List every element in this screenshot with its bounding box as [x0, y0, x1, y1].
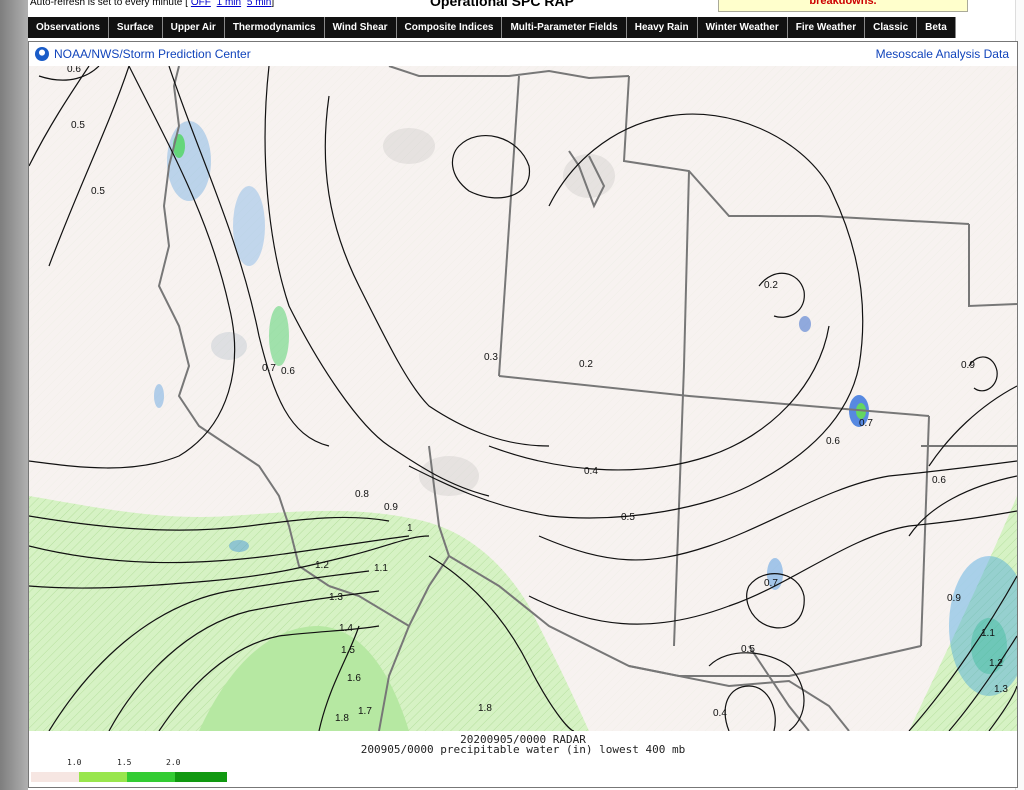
contour-label: 1.6	[347, 673, 361, 684]
legend-tick: 2.0	[166, 758, 181, 767]
main-nav: Observations Surface Upper Air Thermodyn…	[28, 17, 956, 38]
legend-swatch	[31, 772, 79, 782]
legend-swatch	[127, 772, 175, 782]
contour-label: 0.9	[947, 593, 961, 604]
map-header: NOAA/NWS/Storm Prediction Center Mesosca…	[29, 42, 1017, 66]
contour-label: 1.8	[478, 703, 492, 714]
page-title: Operational SPC RAP	[430, 0, 574, 9]
precipitable-water-map: 0.6 0.5 0.5 0.7 0.6 0.3 0.2 0.2 0.9 0.6 0.7 0.4 0.5 0…	[29, 66, 1017, 731]
map-dataset-title: Mesoscale Analysis Data	[875, 47, 1009, 61]
browser-edge	[0, 0, 28, 790]
legend-swatch	[79, 772, 127, 782]
refresh-5min-link[interactable]: 5 min	[247, 0, 271, 8]
contour-label: 0.5	[741, 644, 755, 655]
tab-wind-shear[interactable]: Wind Shear	[324, 17, 397, 38]
contour-label: 0.8	[355, 489, 369, 500]
tab-fire-weather[interactable]: Fire Weather	[787, 17, 866, 38]
contour-label: 0.7	[859, 418, 873, 429]
contour-label: 0.6	[826, 436, 840, 447]
field-caption: 200905/0000 precipitable water (in) lowe…	[360, 743, 686, 756]
tab-winter-weather[interactable]: Winter Weather	[697, 17, 788, 38]
tab-upper-air[interactable]: Upper Air	[162, 17, 225, 38]
legend-tick: 1.5	[117, 758, 132, 767]
contour-label: 1.3	[329, 592, 343, 603]
contour-label: 0.6	[932, 475, 946, 486]
contour-label: 0.9	[384, 502, 398, 513]
tab-beta[interactable]: Beta	[917, 17, 956, 38]
refresh-off-link[interactable]: OFF	[191, 0, 211, 8]
refresh-1min-link[interactable]: 1 min	[217, 0, 241, 8]
noaa-logo-icon	[35, 47, 49, 61]
auto-refresh-text: Auto-refresh is set to every minute	[30, 0, 183, 8]
contour-label: 1.5	[341, 645, 355, 656]
tab-heavy-rain[interactable]: Heavy Rain	[626, 17, 698, 38]
auto-refresh-bar: Auto-refresh is set to every minute [OFF…	[30, 0, 274, 8]
contour-label: 1.3	[994, 684, 1008, 695]
contour-label: 1.1	[374, 563, 388, 574]
notice-box: breakdowns.	[718, 0, 968, 12]
contour-label: 0.2	[579, 359, 593, 370]
tab-composite-indices[interactable]: Composite Indices	[396, 17, 503, 38]
map-panel: NOAA/NWS/Storm Prediction Center Mesosca…	[28, 41, 1018, 788]
contour-label: 0.6	[281, 366, 295, 377]
legend-swatch	[175, 772, 227, 782]
contour-label: 0.6	[67, 66, 81, 75]
contour-label: 1.2	[315, 560, 329, 571]
contour-label: 1	[407, 523, 413, 534]
tab-surface[interactable]: Surface	[108, 17, 163, 38]
contour-label: 1.4	[339, 623, 353, 634]
legend-tick: 1.0	[67, 758, 82, 767]
contour-label: 1.8	[335, 713, 349, 724]
contour-label: 0.4	[713, 708, 727, 719]
map-organization: NOAA/NWS/Storm Prediction Center	[54, 47, 251, 61]
contour-label: 0.5	[71, 120, 85, 131]
contour-label: 1.7	[358, 706, 372, 717]
contour-label: 0.3	[484, 352, 498, 363]
tab-classic[interactable]: Classic	[865, 17, 918, 38]
contour-label: 0.4	[584, 466, 598, 477]
contour-label: 1.1	[981, 628, 995, 639]
tab-thermodynamics[interactable]: Thermodynamics	[224, 17, 325, 38]
contour-label: 0.5	[621, 512, 635, 523]
tab-observations[interactable]: Observations	[28, 17, 109, 38]
contour-label: 0.5	[91, 186, 105, 197]
contour-label: 0.2	[764, 280, 778, 291]
color-legend: 1.0 1.5 2.0	[29, 758, 289, 786]
contour-label: 0.7	[764, 578, 778, 589]
contour-label: 1.2	[989, 658, 1003, 669]
contour-label: 0.7	[262, 363, 276, 374]
contour-label: 0.9	[961, 360, 975, 371]
tab-multi-parameter-fields[interactable]: Multi-Parameter Fields	[502, 17, 627, 38]
